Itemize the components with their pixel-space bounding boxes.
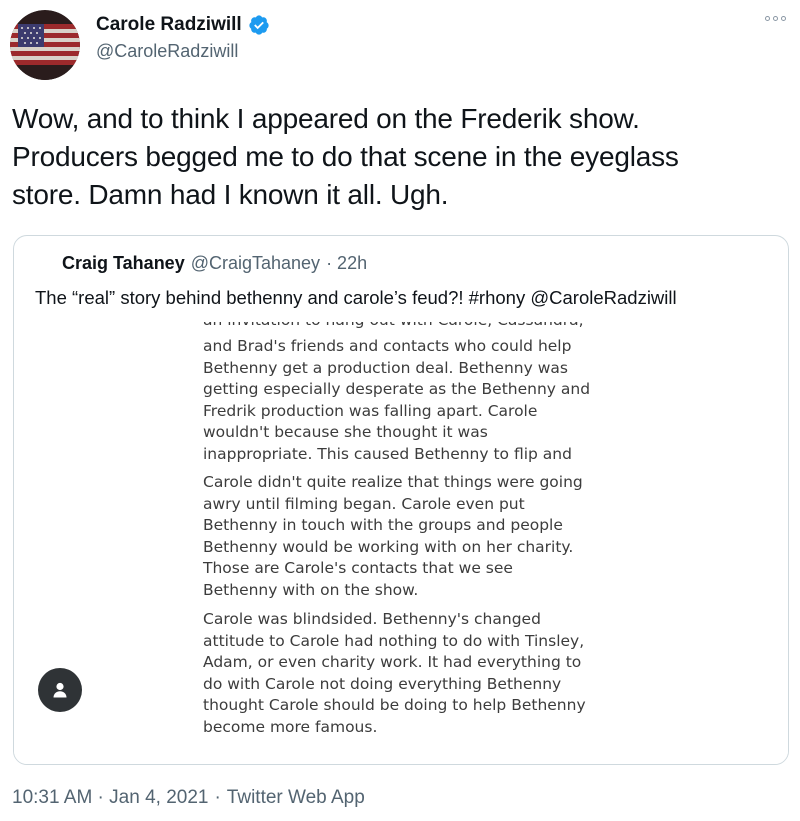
tweet-source-link[interactable]: Twitter Web App — [227, 787, 365, 809]
more-options-button[interactable] — [765, 16, 786, 21]
note-line: Bethenny get a production deal. Bethenny… — [203, 358, 568, 377]
author-name-row: Carole Radziwill — [96, 14, 270, 36]
note-cut-line: an invitation to hang out with Carole, C… — [203, 322, 603, 332]
footer-separator: · — [214, 787, 221, 808]
note-line: awry until filming began. Carole even pu… — [203, 494, 525, 513]
more-options-icon — [765, 16, 770, 21]
note-line: thought Carole should be doing to help B… — [203, 696, 586, 714]
author-handle[interactable]: @CaroleRadziwill — [96, 41, 270, 62]
note-paragraph-2: Carole didn't quite realize that things … — [203, 472, 623, 601]
person-icon — [53, 682, 67, 698]
note-line: getting especially desperate as the Beth… — [203, 380, 591, 398]
image-person-badge[interactable] — [38, 668, 82, 712]
note-line: Carole didn't quite realize that things … — [203, 473, 583, 491]
note-line: and Brad's friends and contacts who coul… — [203, 337, 572, 355]
quote-text: The “real” story behind bethenny and car… — [35, 287, 677, 308]
verified-badge-icon — [249, 15, 269, 35]
quote-header: Craig Tahaney @CraigTahaney · 22h — [62, 253, 367, 274]
more-options-icon — [781, 16, 786, 21]
note-line: Bethenny with on the show. — [203, 580, 419, 599]
more-options-icon — [773, 16, 778, 21]
tweet-text-line: Wow, and to think I appeared on the Fred… — [12, 103, 640, 134]
avatar[interactable] — [10, 10, 80, 80]
tweet-text-line: store. Damn had I known it all. Ugh. — [12, 179, 449, 210]
note-line: become more famous. — [203, 717, 378, 736]
quote-image[interactable]: an invitation to hang out with Carole, C… — [14, 322, 788, 764]
note-line: do with Carole not doing everything Beth… — [203, 674, 562, 693]
tweet-text-line: Producers begged me to do that scene in … — [12, 141, 679, 172]
note-line: Those are Carole's contacts that we see — [203, 559, 513, 577]
note-paragraph-1: an invitation to hang out with Carole, C… — [203, 322, 623, 465]
tweet-author[interactable]: Carole Radziwill @CaroleRadziwill — [96, 14, 270, 62]
tweet-footer: 10:31 AM · Jan 4, 2021 · Twitter Web App — [12, 787, 365, 809]
note-line: Bethenny in touch with the groups and pe… — [203, 516, 563, 534]
quote-author-name: Craig Tahaney — [62, 253, 185, 273]
tweet-timestamp[interactable]: 10:31 AM · Jan 4, 2021 — [12, 787, 208, 809]
note-line: Carole was blindsided. Bethenny's change… — [203, 610, 541, 628]
note-line: Bethenny would be working with on her ch… — [203, 537, 574, 556]
note-line: Fredrik production was falling apart. Ca… — [203, 401, 538, 420]
american-flag-avatar-icon — [10, 10, 80, 80]
note-line: Adam, or even charity work. It had every… — [203, 653, 582, 671]
quote-time: · 22h — [326, 253, 368, 273]
quote-author-handle: @CraigTahaney — [190, 253, 321, 273]
quote-tweet-card[interactable]: Craig Tahaney @CraigTahaney · 22h The “r… — [13, 235, 789, 765]
note-line: attitude to Carole had nothing to do wit… — [203, 631, 585, 650]
author-name[interactable]: Carole Radziwill — [96, 14, 242, 36]
note-paragraph-3: Carole was blindsided. Bethenny's change… — [203, 609, 623, 738]
note-line: wouldn't because she thought it was — [203, 423, 488, 441]
note-line: inappropriate. This caused Bethenny to f… — [203, 444, 572, 463]
note-cut-text: an invitation to hang out with Carole, C… — [203, 322, 603, 332]
tweet-text: Wow, and to think I appeared on the Fred… — [12, 100, 792, 214]
